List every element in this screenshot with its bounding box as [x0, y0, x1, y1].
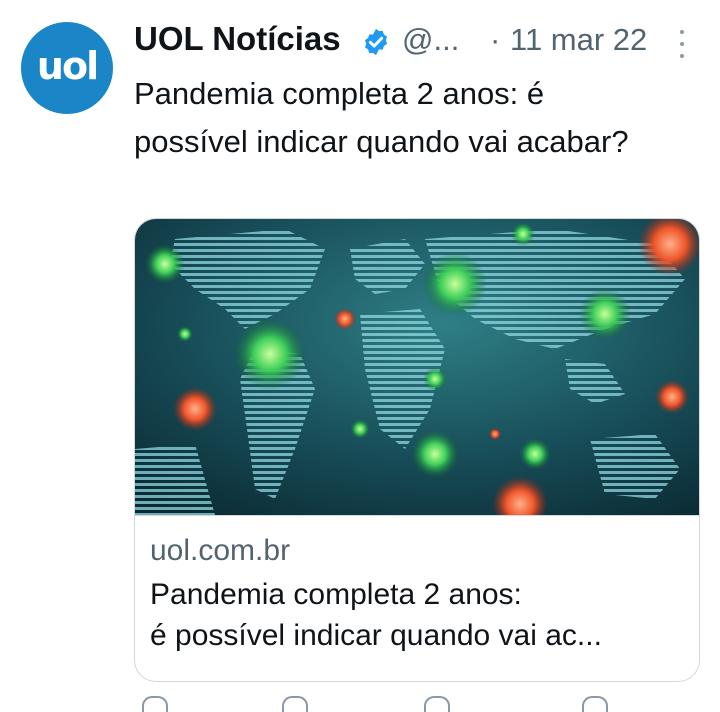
- reply-icon[interactable]: [142, 696, 168, 712]
- card-title-line: é possível indicar quando vai ac...: [150, 619, 602, 652]
- display-name[interactable]: UOL Notícias: [134, 20, 341, 58]
- tweet-text: Pandemia completa 2 anos: é possível ind…: [134, 76, 629, 159]
- timestamp[interactable]: 11 mar 22: [510, 22, 647, 58]
- like-icon[interactable]: [424, 696, 450, 712]
- card-image: [135, 219, 699, 515]
- retweet-icon[interactable]: [282, 696, 308, 712]
- link-card[interactable]: uol.com.br Pandemia completa 2 anos: é p…: [134, 218, 700, 682]
- card-title: Pandemia completa 2 anos: é possível ind…: [150, 574, 685, 656]
- share-icon[interactable]: [582, 696, 608, 712]
- user-handle[interactable]: @...: [402, 22, 459, 58]
- separator-dot: ·: [490, 22, 501, 57]
- tweet-actions: [134, 696, 694, 712]
- avatar-logo-text: uol: [36, 44, 99, 88]
- more-options-icon[interactable]: [676, 30, 688, 58]
- verified-badge-icon: [365, 28, 387, 56]
- card-domain: uol.com.br: [150, 534, 291, 567]
- tweet[interactable]: uol UOL Notícias @... · 11 mar 22 Pandem…: [0, 0, 720, 712]
- tweet-header: UOL Notícias @... · 11 mar 22: [134, 18, 704, 64]
- card-title-line: Pandemia completa 2 anos:: [150, 578, 522, 611]
- avatar[interactable]: uol: [21, 22, 113, 114]
- card-meta: uol.com.br Pandemia completa 2 anos: é p…: [135, 515, 699, 681]
